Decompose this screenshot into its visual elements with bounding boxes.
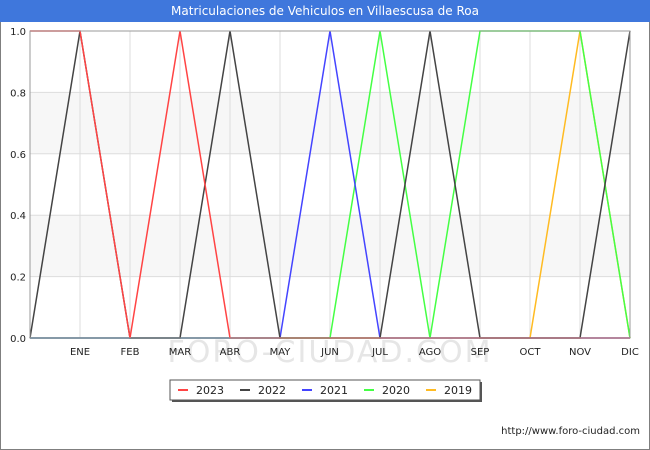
y-tick-label: 0.4	[10, 211, 26, 222]
x-tick-label: ENE	[70, 347, 90, 358]
line-chart: FORO-CIUDAD.COM 0.00.20.40.60.81.0ENE FEB…	[10, 27, 639, 402]
legend-label-2023: 2023	[196, 384, 224, 397]
y-tick-label: 1.0	[10, 27, 26, 38]
x-tick-label: FEB	[121, 347, 140, 358]
y-tick-label: 0.8	[10, 88, 26, 99]
x-tick-label: DIC	[621, 347, 639, 358]
y-tick-label: 0.0	[10, 334, 26, 345]
source-url[interactable]: http://www.foro-ciudad.com	[501, 426, 640, 437]
x-tick-label: SEP	[471, 347, 490, 358]
legend-label-2020: 2020	[382, 384, 410, 397]
x-tick-label: JUN	[320, 347, 339, 358]
y-tick-label: 0.6	[10, 150, 26, 161]
legend-label-2022: 2022	[258, 384, 286, 397]
x-tick-label: MAR	[169, 347, 191, 358]
legend: 2023 2022 2021 2020 2019	[169, 379, 482, 402]
x-tick-label: JUL	[371, 347, 388, 358]
x-tick-label: AGO	[419, 347, 441, 358]
x-tick-label: NOV	[569, 347, 591, 358]
x-tick-label: OCT	[520, 347, 542, 358]
x-tick-label: MAY	[270, 347, 292, 358]
x-tick-label: ABR	[220, 347, 241, 358]
legend-label-2019: 2019	[444, 384, 472, 397]
legend-label-2021: 2021	[320, 384, 348, 397]
y-tick-label: 0.2	[10, 273, 26, 284]
